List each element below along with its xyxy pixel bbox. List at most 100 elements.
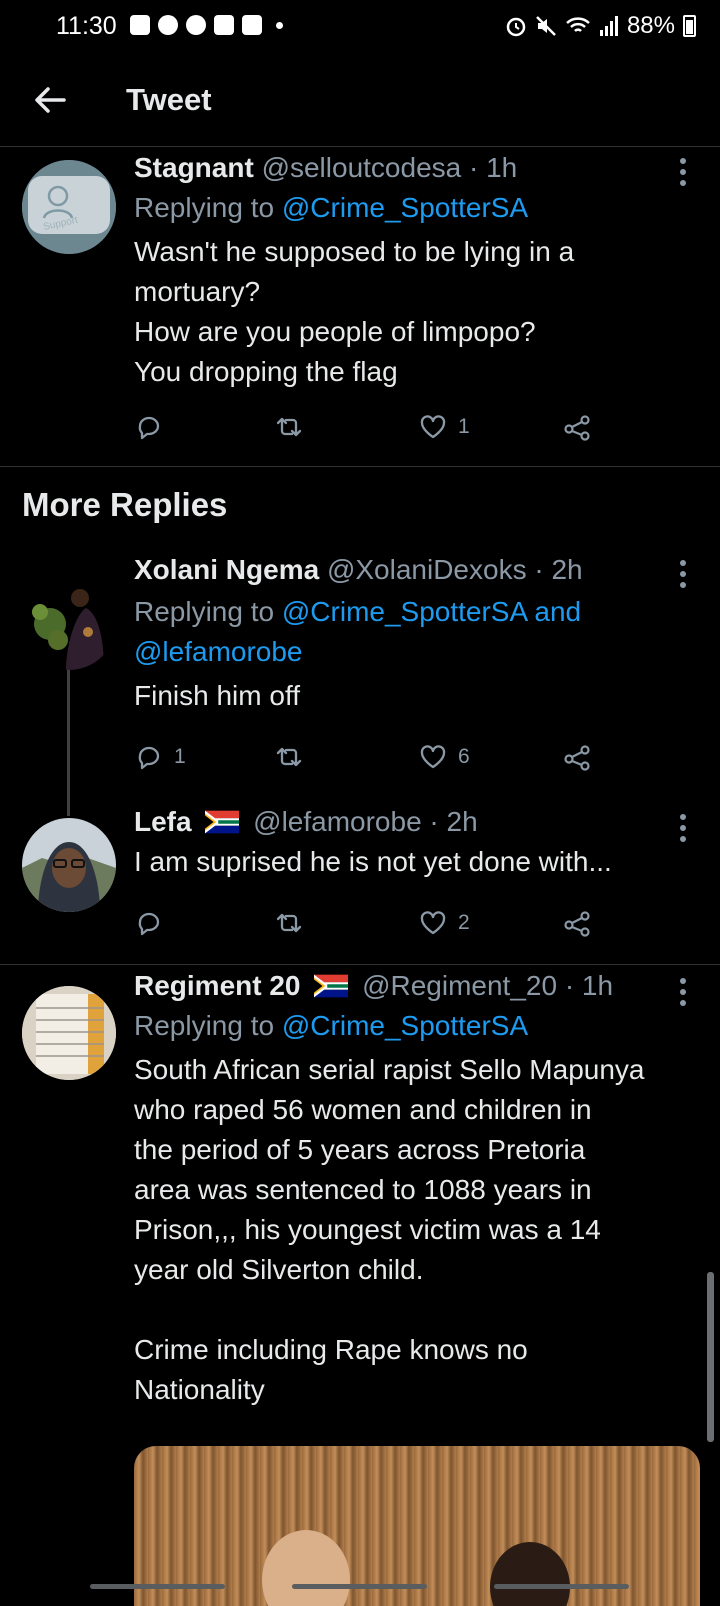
like-button[interactable]: 1 <box>418 412 470 442</box>
person-in-hoodie-avatar-icon <box>22 818 116 912</box>
replying-to-prefix: Replying to <box>134 192 282 223</box>
like-count: 1 <box>458 415 470 438</box>
like-icon <box>420 745 446 769</box>
reply-tweet[interactable]: Xolani Ngema @XolaniDexoks · 2h Replying… <box>0 554 720 790</box>
battery-icon <box>683 15 696 37</box>
share-icon <box>564 745 590 771</box>
replying-to-prefix: Replying to <box>134 1010 282 1041</box>
retweet-button[interactable] <box>274 742 314 772</box>
retweet-button[interactable] <box>274 412 314 442</box>
display-name[interactable]: Stagnant <box>134 152 254 183</box>
tweet-text: Wasn't he supposed to be lying in a mort… <box>134 236 575 387</box>
avatar[interactable] <box>22 818 116 912</box>
page-title: Tweet <box>126 82 212 117</box>
like-icon <box>420 415 446 439</box>
retweet-icon <box>276 913 302 933</box>
reply-icon <box>138 912 160 936</box>
handle-time: @selloutcodesa · 1h <box>261 152 518 183</box>
more-options-icon[interactable] <box>678 560 688 588</box>
reply-button[interactable]: 1 <box>134 742 186 772</box>
status-time: 11:30 <box>56 12 117 40</box>
more-options-icon[interactable] <box>678 978 688 1006</box>
mention-link[interactable]: @Crime_SpotterSA <box>282 192 528 223</box>
handle-time: @XolaniDexoks · 2h <box>326 554 583 585</box>
download-notification-icon <box>214 15 234 35</box>
tweet-actions: 2 <box>134 908 614 948</box>
message-notification-icon <box>130 15 150 35</box>
like-button[interactable]: 2 <box>418 908 470 938</box>
like-button[interactable]: 6 <box>418 742 470 772</box>
share-icon <box>564 415 590 441</box>
notification-icons <box>130 15 283 35</box>
like-count: 2 <box>458 911 470 934</box>
tweet-header: Xolani Ngema @XolaniDexoks · 2h <box>134 554 583 586</box>
facebook-notification-icon <box>158 15 178 35</box>
replying-to: Replying to @Crime_SpotterSA and @lefamo… <box>134 592 581 672</box>
media-person-right <box>490 1542 570 1606</box>
person-with-plant-avatar-icon <box>22 576 116 670</box>
nav-bar-segment <box>494 1584 629 1589</box>
tweet-actions: 1 6 <box>134 742 614 782</box>
reply-count: 1 <box>174 745 186 768</box>
like-count: 6 <box>458 745 470 768</box>
tweet-header: Stagnant @selloutcodesa · 1h <box>134 152 517 184</box>
tweet-header: Lefa @lefamorobe · 2h <box>134 806 478 838</box>
retweet-icon <box>276 747 302 767</box>
wifi-icon <box>566 17 590 32</box>
system-status: 88% <box>505 12 696 40</box>
signal-icon <box>599 16 618 36</box>
tweet-media-image[interactable] <box>134 1446 700 1606</box>
share-button[interactable] <box>562 412 592 442</box>
media-person-left <box>262 1530 350 1606</box>
tweet-text: I am suprised he is not yet done with... <box>134 846 612 877</box>
facebook-notification-icon-2 <box>186 15 206 35</box>
back-arrow-icon[interactable] <box>30 80 70 120</box>
display-name[interactable]: Regiment 20 <box>134 970 301 1001</box>
download-notification-icon-2 <box>242 15 262 35</box>
avatar[interactable] <box>22 986 116 1080</box>
status-bar: 11:30 88% <box>0 0 720 54</box>
avatar[interactable]: Support <box>22 160 116 254</box>
more-notifications-dot-icon <box>276 21 283 29</box>
share-button[interactable] <box>562 908 592 938</box>
more-options-icon[interactable] <box>678 158 688 186</box>
alarm-icon <box>506 17 526 37</box>
avatar[interactable] <box>22 576 116 670</box>
more-replies-heading: More Replies <box>22 486 228 523</box>
divider <box>0 964 720 965</box>
top-app-bar: Tweet <box>0 54 720 147</box>
tweet-text: Finish him off <box>134 680 300 711</box>
mention-link[interactable]: @Crime_SpotterSA <box>282 1010 528 1041</box>
retweet-icon <box>276 417 302 437</box>
south-africa-flag-icon <box>314 974 349 998</box>
mute-icon <box>536 16 556 36</box>
reply-tweet[interactable]: Support Stagnant @selloutcodesa · 1h Rep… <box>0 146 720 466</box>
mention-link-2[interactable]: @lefamorobe <box>134 636 303 667</box>
retweet-button[interactable] <box>274 908 314 938</box>
replying-to: Replying to @Crime_SpotterSA <box>134 188 528 228</box>
reply-icon <box>138 746 160 770</box>
divider <box>0 466 720 467</box>
reply-button[interactable] <box>134 412 174 442</box>
display-name[interactable]: Xolani Ngema <box>134 554 319 585</box>
reply-icon <box>138 416 160 440</box>
mention-link[interactable]: @Crime_SpotterSA and <box>282 596 581 627</box>
replying-to-prefix: Replying to <box>134 596 282 627</box>
reply-tweet[interactable]: Lefa @lefamorobe · 2h I am suprised he i… <box>0 806 720 962</box>
more-options-icon[interactable] <box>678 814 688 842</box>
south-africa-flag-icon <box>205 810 240 834</box>
tweet-actions: 1 <box>134 412 614 452</box>
scrollbar[interactable] <box>707 1272 714 1442</box>
tweet-text: South African serial rapist Sello Mapuny… <box>134 1054 645 1405</box>
share-icon <box>564 911 590 937</box>
share-button[interactable] <box>562 742 592 772</box>
support-avatar-icon: Support <box>22 160 116 254</box>
reply-button[interactable] <box>134 908 174 938</box>
like-icon <box>420 911 446 935</box>
document-avatar-icon <box>22 986 116 1080</box>
nav-bar-segment <box>292 1584 427 1589</box>
handle-time: @Regiment_20 · 1h <box>362 970 614 1001</box>
replying-to: Replying to @Crime_SpotterSA <box>134 1006 528 1046</box>
display-name[interactable]: Lefa <box>134 806 192 837</box>
handle-time: @lefamorobe · 2h <box>253 806 478 837</box>
